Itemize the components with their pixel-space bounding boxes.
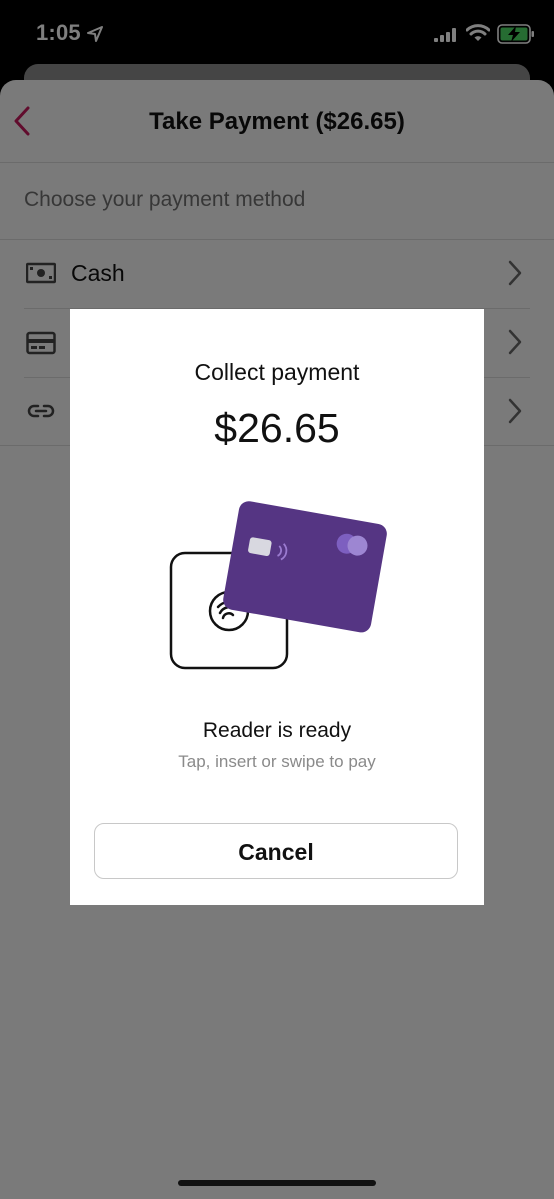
payment-amount: $26.65 xyxy=(214,405,340,451)
reader-hint: Tap, insert or swipe to pay xyxy=(178,752,376,771)
cancel-button-label: Cancel xyxy=(238,839,314,865)
reader-status: Reader is ready xyxy=(202,719,352,742)
card-reader-illustration xyxy=(169,501,387,670)
home-indicator[interactable] xyxy=(178,1180,376,1186)
dialog-title: Collect payment xyxy=(194,359,360,385)
cancel-button[interactable]: Cancel xyxy=(94,823,458,879)
collect-payment-dialog: Collect payment $26.65 Reader is ready T… xyxy=(70,309,484,905)
